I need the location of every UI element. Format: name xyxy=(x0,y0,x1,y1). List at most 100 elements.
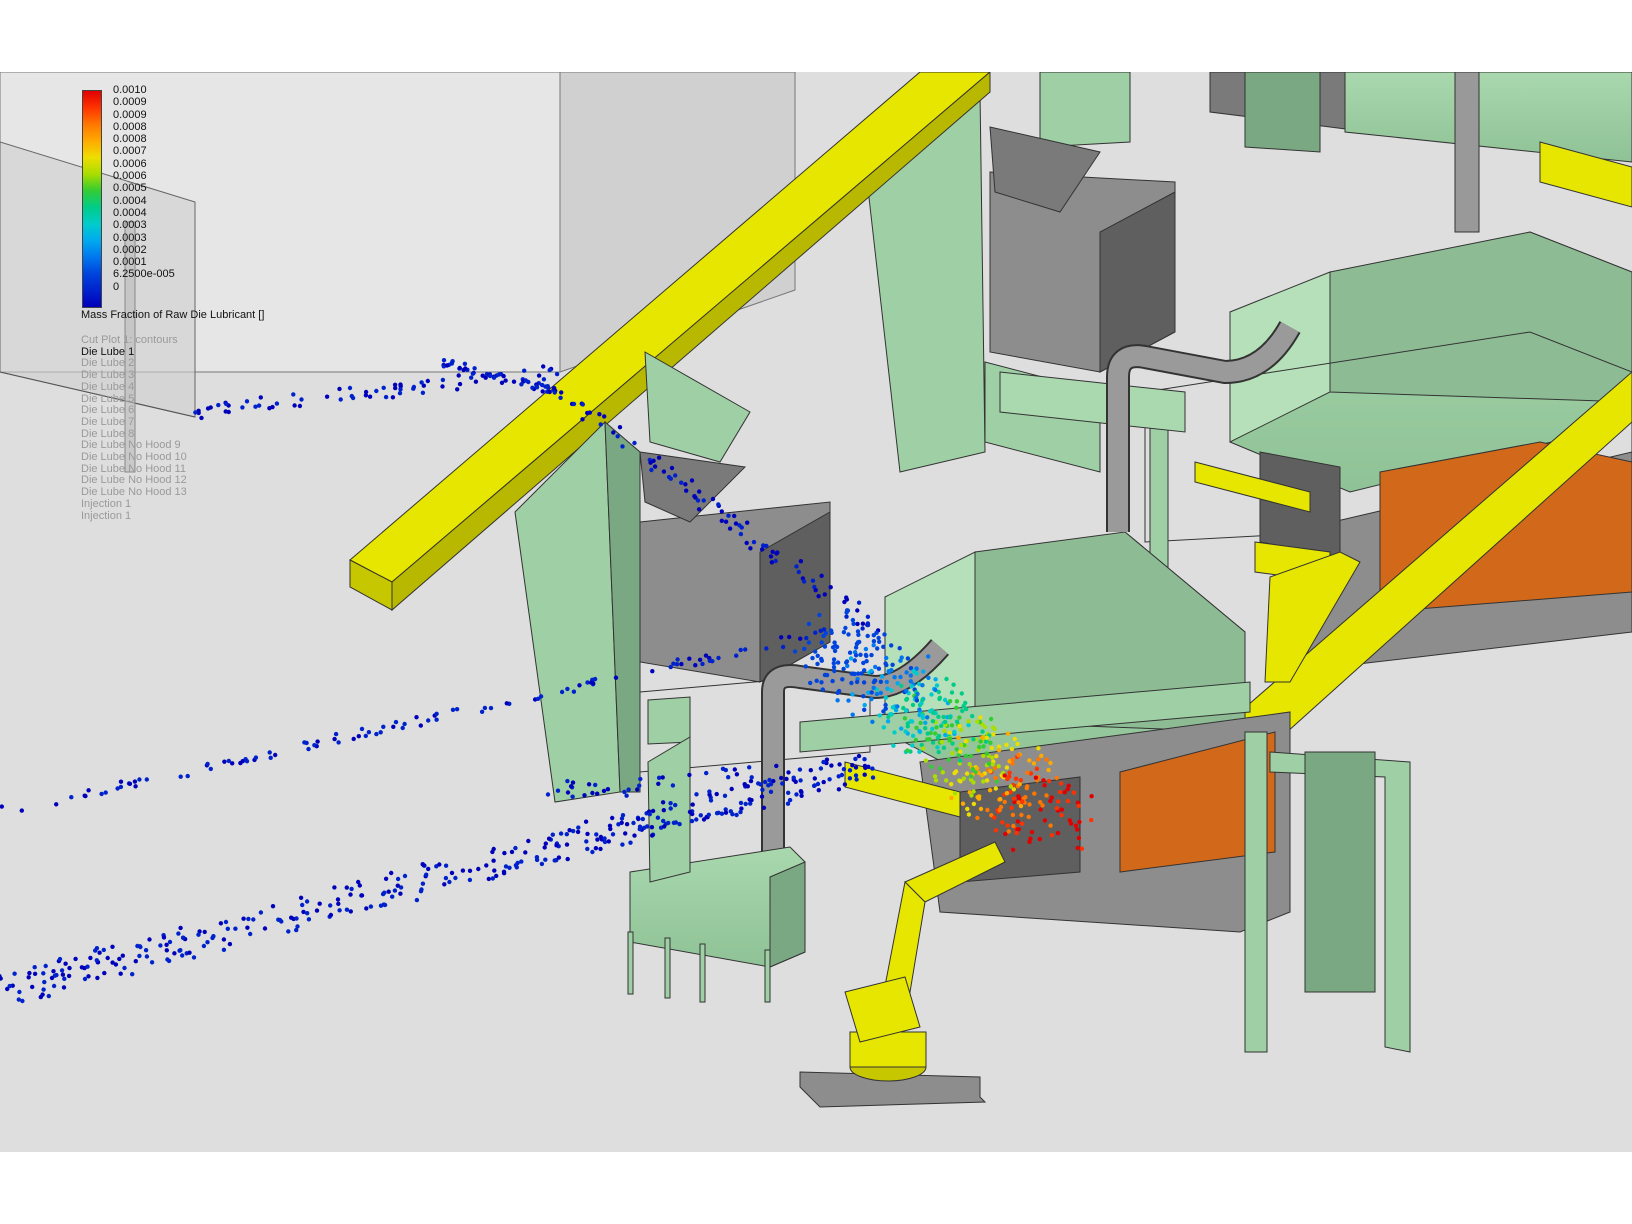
particle-dot xyxy=(952,770,957,776)
plot-list-item[interactable]: Die Lube No Hood 10 xyxy=(81,451,187,464)
die-casting-cell-scene[interactable] xyxy=(0,72,1632,1152)
particle-dot xyxy=(1044,757,1049,762)
particle-dot xyxy=(813,588,818,593)
particle-dot xyxy=(958,742,964,748)
particle-dot xyxy=(467,877,473,883)
particle-dot xyxy=(690,802,695,807)
particle-dot xyxy=(929,692,934,697)
particle-dot xyxy=(398,891,403,896)
particle-dot xyxy=(796,569,801,575)
particle-dot xyxy=(936,749,941,755)
particle-dot xyxy=(931,710,936,715)
particle-dot xyxy=(687,809,693,815)
particle-dot xyxy=(442,882,447,887)
particle-dot xyxy=(904,696,910,702)
particle-dot xyxy=(650,808,656,814)
particle-dot xyxy=(118,784,124,790)
particle-dot xyxy=(798,789,804,794)
plot-list-item[interactable]: Die Lube 4 xyxy=(81,381,187,394)
particle-dot xyxy=(289,915,294,920)
particle-dot xyxy=(1040,803,1045,808)
particle-dot xyxy=(419,380,424,385)
particle-dot xyxy=(238,760,243,766)
particle-dot xyxy=(835,690,840,695)
plot-list-item[interactable]: Die Lube 7 xyxy=(81,416,187,429)
particle-dot xyxy=(937,696,942,702)
particle-dot xyxy=(1042,818,1048,823)
particle-dot xyxy=(813,649,818,654)
particle-dot xyxy=(949,723,955,728)
particle-dot xyxy=(594,832,599,837)
particle-dot xyxy=(957,715,962,720)
particle-dot xyxy=(62,976,67,981)
legend-tick-label: 0.0002 xyxy=(113,243,147,256)
particle-dot xyxy=(1004,765,1010,770)
particle-dot xyxy=(952,791,958,796)
particle-dot xyxy=(806,640,812,645)
particle-dot xyxy=(804,635,809,641)
plot-list-item[interactable]: Cut Plot 1: contours xyxy=(81,334,187,347)
particle-dot xyxy=(455,387,460,392)
particle-dot xyxy=(984,778,990,783)
particle-dot xyxy=(479,709,485,714)
particle-dot xyxy=(932,774,938,779)
particle-dot xyxy=(930,719,936,724)
particle-dot xyxy=(989,755,995,760)
particle-dot xyxy=(993,786,998,791)
particle-dot xyxy=(356,734,361,739)
particle-dot xyxy=(706,812,711,817)
particle-dot xyxy=(509,849,515,855)
particle-dot xyxy=(1015,741,1020,747)
particle-dot xyxy=(565,686,570,692)
plot-list-item[interactable]: Injection 1 xyxy=(81,510,187,523)
particle-dot xyxy=(881,709,886,714)
particle-dot xyxy=(759,794,765,799)
particle-dot xyxy=(1089,817,1094,823)
results-plot-list[interactable]: Cut Plot 1: contours Die Lube 1 Die Lube 2… xyxy=(81,334,187,523)
particle-dot xyxy=(876,635,881,641)
particle-dot xyxy=(971,737,976,742)
particle-dot xyxy=(543,857,548,862)
particle-dot xyxy=(749,775,754,780)
particle-dot xyxy=(823,631,828,636)
particle-dot xyxy=(386,889,391,894)
particle-dot xyxy=(568,784,574,789)
particle-dot xyxy=(208,766,213,772)
particle-dot xyxy=(954,705,959,710)
particle-dot xyxy=(344,885,349,890)
particle-dot xyxy=(668,801,673,806)
particle-dot xyxy=(117,956,122,962)
particle-dot xyxy=(969,774,974,779)
particle-dot xyxy=(244,399,250,404)
particle-dot xyxy=(1076,835,1082,841)
particle-dot xyxy=(364,906,369,911)
particle-dot xyxy=(149,960,155,965)
particle-dot xyxy=(132,779,138,784)
particle-dot xyxy=(933,677,938,682)
particle-dot xyxy=(968,753,973,759)
particle-dot xyxy=(1054,806,1060,811)
particle-dot xyxy=(810,655,815,661)
particle-dot xyxy=(582,793,587,798)
particle-dot xyxy=(827,777,832,782)
particle-dot xyxy=(26,975,31,980)
plot-list-item[interactable]: Injection 1 xyxy=(81,498,187,511)
particle-dot xyxy=(963,739,968,744)
particle-dot xyxy=(850,692,855,697)
particle-dot xyxy=(513,845,518,851)
particle-dot xyxy=(1010,812,1016,818)
particle-dot xyxy=(858,652,863,657)
cad-3d-viewport[interactable]: 0.0010 0.0009 0.0009 0.0008 0.0008 0.0007 0.00… xyxy=(0,72,1632,1152)
particle-dot xyxy=(473,379,479,384)
particle-dot xyxy=(836,787,842,792)
particle-dot xyxy=(969,793,974,798)
particle-dot xyxy=(332,736,337,742)
particle-dot xyxy=(251,917,256,922)
particle-dot xyxy=(935,735,941,740)
particle-dot xyxy=(884,655,889,661)
particle-dot xyxy=(1073,823,1079,828)
particle-dot xyxy=(846,632,851,637)
particle-dot xyxy=(547,389,552,395)
particle-dot xyxy=(666,474,672,480)
particle-dot xyxy=(764,646,769,651)
